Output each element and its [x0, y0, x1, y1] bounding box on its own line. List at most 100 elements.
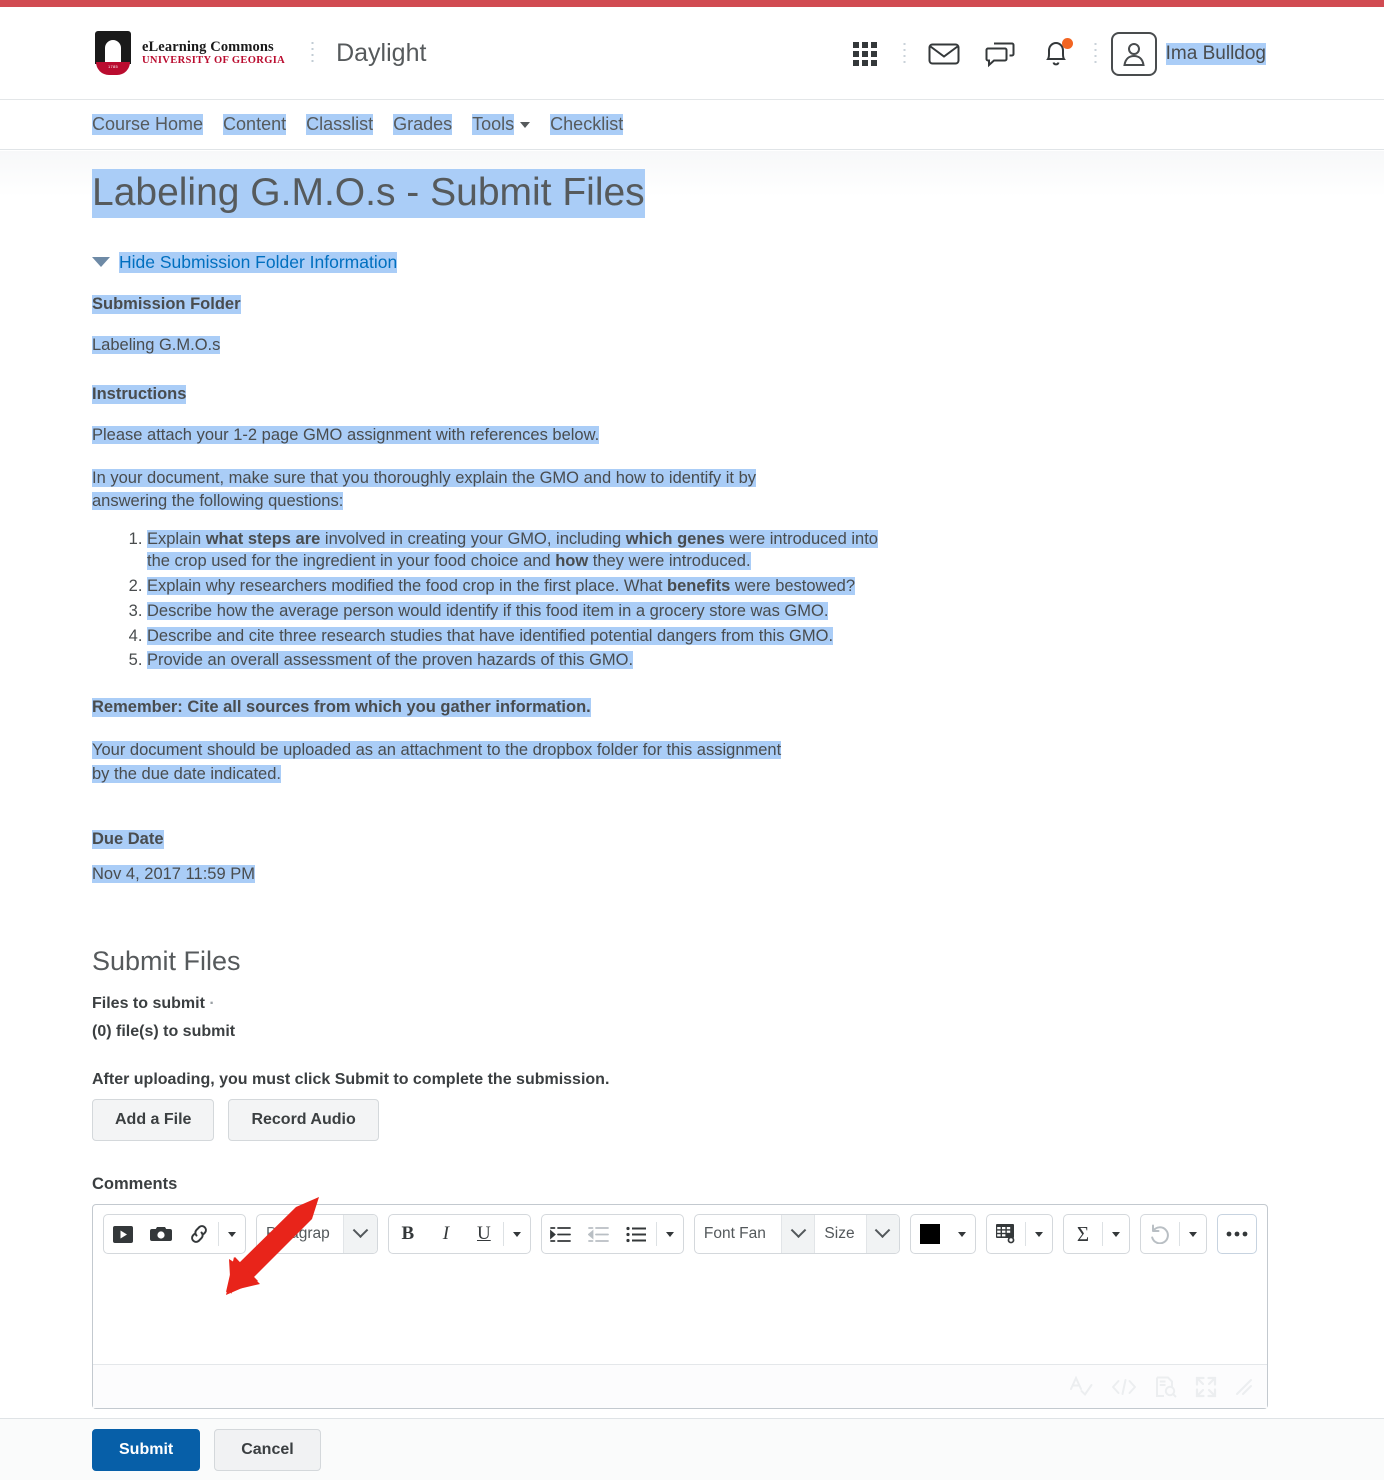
- undo-icon[interactable]: [1141, 1215, 1179, 1253]
- editor-toolbar: Paragrap B I U Font Fan Size Σ: [93, 1205, 1267, 1263]
- font-family-select[interactable]: Font Fan Size: [693, 1214, 900, 1255]
- instructions-label: Instructions: [92, 384, 187, 404]
- camera-icon[interactable]: [142, 1215, 180, 1253]
- nav-label: Grades: [393, 114, 453, 135]
- font-size-value: Size: [814, 1215, 865, 1254]
- question-item: Explain what steps are involved in creat…: [147, 528, 887, 574]
- question-item: Explain why researchers modified the foo…: [147, 575, 887, 598]
- equation-caret-icon[interactable]: [1103, 1215, 1129, 1253]
- bullet-list-icon[interactable]: [618, 1215, 656, 1253]
- table-group: [986, 1214, 1053, 1255]
- more-options-icon[interactable]: [1218, 1215, 1256, 1253]
- chevron-down-icon[interactable]: [781, 1215, 815, 1254]
- paragraph-format-select[interactable]: Paragrap: [256, 1214, 378, 1255]
- brand-block[interactable]: 1785 eLearning Commons UNIVERSITY OF GEO…: [92, 31, 285, 75]
- header-dot-divider-2: [1093, 40, 1097, 67]
- add-a-file-button[interactable]: Add a File: [92, 1099, 215, 1142]
- preview-icon[interactable]: [1155, 1376, 1177, 1398]
- uga-arch-logo-icon: 1785: [92, 31, 134, 75]
- undo-group: [1140, 1214, 1207, 1255]
- text-format-more-caret-icon[interactable]: [504, 1215, 530, 1253]
- text-format-group: B I U: [387, 1214, 531, 1255]
- nav-item-grades[interactable]: Grades: [393, 114, 453, 135]
- nav-item-checklist[interactable]: Checklist: [550, 114, 624, 135]
- record-audio-button[interactable]: Record Audio: [228, 1099, 379, 1142]
- insert-more-caret-icon[interactable]: [219, 1215, 245, 1253]
- nav-item-tools[interactable]: Tools: [472, 114, 531, 135]
- comments-editor[interactable]: Paragrap B I U Font Fan Size Σ: [92, 1204, 1268, 1410]
- list-more-caret-icon[interactable]: [657, 1215, 683, 1253]
- after-upload-note: After uploading, you must click Submit t…: [92, 1071, 610, 1089]
- avatar[interactable]: [1110, 31, 1157, 76]
- equation-sigma-icon[interactable]: Σ: [1064, 1215, 1102, 1253]
- question-item: Describe how the average person would id…: [147, 600, 887, 623]
- nav-label: Checklist: [550, 114, 624, 135]
- user-menu[interactable]: Ima Bulldog: [1110, 31, 1266, 76]
- files-count: (0) file(s) to submit: [92, 1023, 236, 1041]
- due-date-label: Due Date: [92, 830, 164, 850]
- nav-item-content[interactable]: Content: [223, 114, 287, 135]
- page-content: Labeling G.M.O.s - Submit Files Hide Sub…: [0, 151, 1384, 1480]
- bold-icon[interactable]: B: [389, 1215, 427, 1253]
- instructions-question-list: Explain what steps are involved in creat…: [92, 528, 1292, 673]
- insert-group: [103, 1214, 246, 1255]
- files-to-submit-label: Files to submit ·: [92, 995, 215, 1013]
- file-action-buttons: Add a File Record Audio: [92, 1099, 1292, 1142]
- table-caret-icon[interactable]: [1026, 1215, 1052, 1253]
- question-item: Provide an overall assessment of the pro…: [147, 649, 887, 672]
- text-color-group: [910, 1214, 976, 1255]
- list-group: [540, 1214, 684, 1255]
- spellcheck-icon[interactable]: [1069, 1375, 1093, 1398]
- logo-line-1: eLearning Commons: [142, 38, 274, 55]
- user-name[interactable]: Ima Bulldog: [1165, 42, 1266, 65]
- course-nav-bar: Course Home Content Classlist Grades Too…: [0, 100, 1384, 150]
- text-color-caret-icon[interactable]: [949, 1215, 975, 1253]
- table-icon[interactable]: [987, 1215, 1025, 1253]
- indent-icon[interactable]: [542, 1215, 580, 1253]
- remember-note: Remember: Cite all sources from which yo…: [92, 698, 591, 718]
- top-accent-bar: [0, 0, 1384, 7]
- waffle-grid-icon[interactable]: [837, 26, 893, 82]
- undo-caret-icon[interactable]: [1180, 1215, 1206, 1253]
- chevron-down-icon: [520, 121, 531, 128]
- envelope-icon[interactable]: [916, 26, 972, 82]
- nav-label: Classlist: [306, 114, 374, 135]
- equation-group: Σ: [1063, 1214, 1130, 1255]
- fullscreen-icon[interactable]: [1195, 1376, 1217, 1398]
- notification-dot: [1061, 37, 1073, 49]
- nav-item-course-home[interactable]: Course Home: [92, 114, 204, 135]
- comments-label: Comments: [92, 1175, 178, 1194]
- app-header: 1785 eLearning Commons UNIVERSITY OF GEO…: [0, 7, 1384, 100]
- submission-folder-label: Submission Folder: [92, 294, 241, 314]
- toggle-submission-info-label[interactable]: Hide Submission Folder Information: [119, 251, 398, 273]
- font-family-value: Font Fan: [703, 1225, 766, 1243]
- html-source-icon[interactable]: [1111, 1378, 1137, 1396]
- nav-label: Content: [223, 114, 287, 135]
- course-name[interactable]: Daylight: [336, 39, 426, 68]
- chevron-down-icon[interactable]: [343, 1215, 377, 1254]
- form-action-bar: Submit Cancel: [0, 1418, 1384, 1480]
- editor-footer: [93, 1364, 1267, 1409]
- chat-bubble-icon[interactable]: [972, 26, 1028, 82]
- chevron-down-icon: [92, 257, 110, 268]
- text-color-swatch[interactable]: [911, 1215, 949, 1253]
- cancel-button[interactable]: Cancel: [214, 1428, 321, 1471]
- underline-icon[interactable]: U: [465, 1215, 503, 1253]
- paragraph-format-value: Paragrap: [266, 1225, 330, 1243]
- page-title: Labeling G.M.O.s - Submit Files: [92, 169, 645, 218]
- header-divider: [311, 40, 315, 66]
- nav-item-classlist[interactable]: Classlist: [306, 114, 374, 135]
- insert-stuff-icon[interactable]: [104, 1215, 142, 1253]
- resize-grip-icon[interactable]: [1235, 1378, 1253, 1396]
- instructions-paragraph-2: In your document, make sure that you tho…: [92, 468, 757, 511]
- submit-files-heading: Submit Files: [92, 946, 241, 977]
- link-icon[interactable]: [180, 1215, 218, 1253]
- bell-icon[interactable]: [1028, 26, 1084, 82]
- submit-button[interactable]: Submit: [92, 1428, 201, 1471]
- chevron-down-icon-size[interactable]: [865, 1215, 899, 1254]
- nav-label: Course Home: [92, 114, 204, 135]
- nav-label: Tools: [472, 114, 515, 135]
- outdent-icon[interactable]: [580, 1215, 618, 1253]
- italic-icon[interactable]: I: [427, 1215, 465, 1253]
- toggle-submission-info[interactable]: Hide Submission Folder Information: [92, 251, 1292, 273]
